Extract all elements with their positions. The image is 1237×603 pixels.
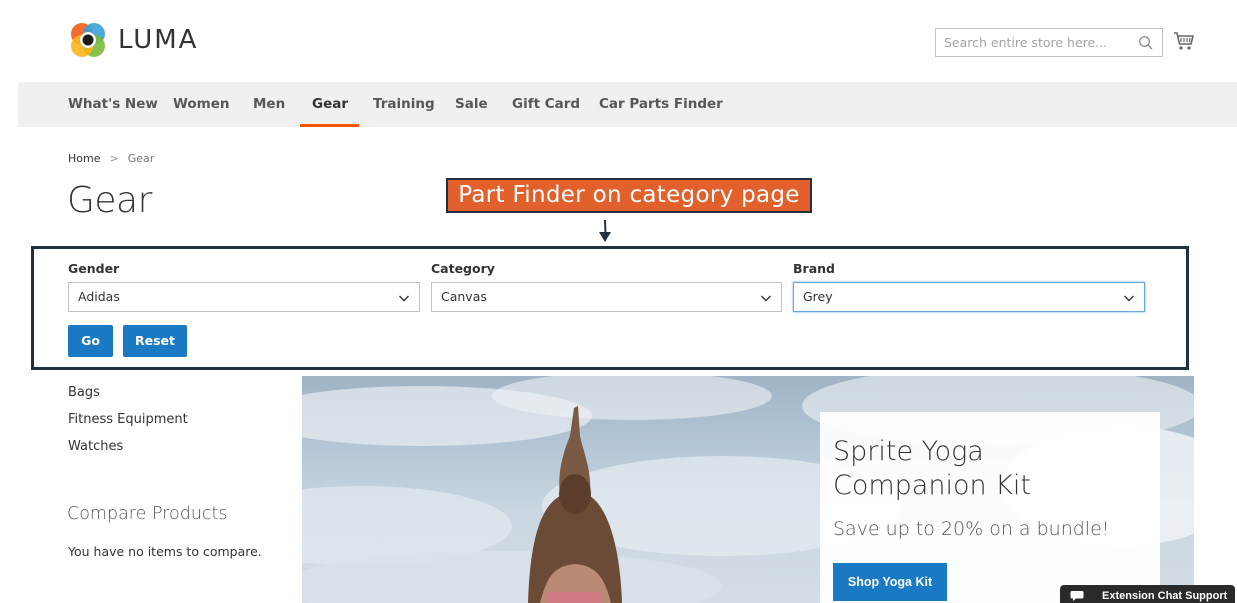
gender-select-value: Adidas	[78, 289, 120, 304]
chat-support-widget[interactable]: Extension Chat Support	[1060, 585, 1235, 603]
compare-products-title: Compare Products	[67, 504, 228, 524]
category-link-fitness-equipment[interactable]: Fitness Equipment	[68, 412, 188, 427]
finder-label-gender: Gender	[68, 261, 120, 276]
nav-item-whats-new[interactable]: What's New	[68, 82, 158, 127]
go-button[interactable]: Go	[68, 325, 113, 357]
promo-subtitle: Save up to 20% on a bundle!	[833, 518, 1110, 540]
chevron-down-icon	[1124, 295, 1134, 302]
nav-item-gift-card[interactable]: Gift Card	[512, 82, 580, 127]
nav-item-sale[interactable]: Sale	[455, 82, 488, 127]
logo-text: LUMA	[118, 25, 199, 55]
category-link-bags[interactable]: Bags	[68, 385, 100, 400]
reset-button[interactable]: Reset	[123, 325, 187, 357]
main-navigation: What's New Women Men Gear Training Sale …	[18, 82, 1237, 127]
breadcrumb-current: Gear	[127, 152, 155, 165]
annotation-label: Part Finder on category page	[446, 178, 812, 213]
finder-label-category: Category	[431, 261, 495, 276]
cart-icon[interactable]	[1173, 30, 1195, 52]
nav-item-gear[interactable]: Gear	[299, 82, 360, 127]
promo-banner[interactable]: Sprite Yoga Companion Kit Save up to 20%…	[302, 376, 1194, 603]
compare-empty-message: You have no items to compare.	[68, 544, 262, 559]
finder-label-brand: Brand	[793, 261, 835, 276]
part-finder: Gender Adidas Category Canvas Brand Grey…	[31, 246, 1189, 370]
promo-card: Sprite Yoga Companion Kit Save up to 20%…	[820, 412, 1160, 603]
arrow-down-icon	[599, 219, 611, 242]
breadcrumb-home[interactable]: Home	[68, 152, 100, 165]
brand-select[interactable]: Grey	[793, 282, 1145, 312]
promo-title: Sprite Yoga Companion Kit	[833, 436, 1031, 501]
nav-item-men[interactable]: Men	[253, 82, 285, 127]
brand-select-value: Grey	[803, 289, 833, 304]
category-select-value: Canvas	[441, 289, 487, 304]
luma-logo-icon	[71, 23, 105, 57]
chat-support-label: Extension Chat Support	[1102, 590, 1228, 602]
luma-logo[interactable]: LUMA	[68, 20, 198, 60]
category-select[interactable]: Canvas	[431, 282, 782, 312]
search-input[interactable]	[936, 29, 1126, 56]
nav-item-car-parts-finder[interactable]: Car Parts Finder	[599, 82, 723, 127]
gender-select[interactable]: Adidas	[68, 282, 420, 312]
search-icon[interactable]	[1138, 35, 1154, 51]
header: LUMA	[0, 0, 1237, 82]
nav-item-women[interactable]: Women	[173, 82, 230, 127]
breadcrumb: Home > Gear	[68, 152, 154, 165]
chevron-down-icon	[399, 295, 409, 302]
category-link-watches[interactable]: Watches	[68, 439, 123, 454]
chat-bubble-icon	[1070, 591, 1084, 601]
chevron-down-icon	[761, 295, 771, 302]
shop-yoga-kit-button[interactable]: Shop Yoga Kit	[833, 563, 947, 601]
breadcrumb-separator: >	[109, 152, 119, 165]
nav-item-training[interactable]: Training	[373, 82, 435, 127]
page-title: Gear	[67, 180, 152, 221]
search-box[interactable]	[935, 28, 1163, 57]
